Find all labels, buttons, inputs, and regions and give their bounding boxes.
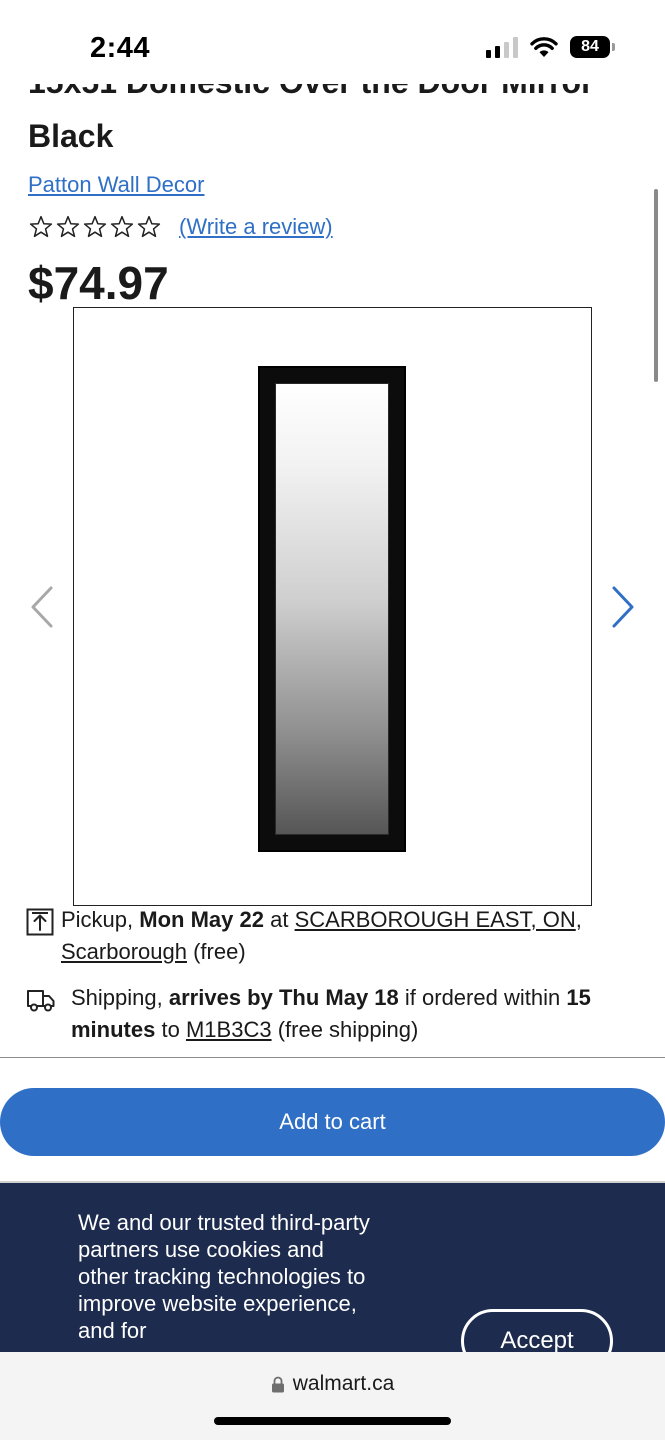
pickup-label: Pickup, bbox=[61, 907, 134, 932]
product-image[interactable] bbox=[73, 307, 592, 906]
status-bar: 2:44 84 bbox=[0, 0, 665, 84]
star-icon bbox=[56, 215, 80, 238]
chevron-right-icon[interactable] bbox=[608, 585, 638, 629]
status-time: 2:44 bbox=[90, 32, 151, 64]
home-indicator[interactable] bbox=[214, 1417, 451, 1425]
star-rating[interactable] bbox=[28, 214, 162, 240]
mirror-glass bbox=[275, 383, 389, 835]
chevron-left-icon[interactable] bbox=[27, 585, 57, 629]
scrollbar[interactable] bbox=[654, 189, 658, 382]
shipping-to: to bbox=[161, 1017, 180, 1042]
status-icons: 84 bbox=[486, 36, 615, 58]
shipping-text: Shipping, arrives by Thu May 18 if order… bbox=[71, 982, 651, 1046]
pickup-comma: , bbox=[575, 907, 582, 932]
wifi-icon bbox=[530, 37, 558, 57]
shipping-note: (free shipping) bbox=[277, 1017, 419, 1042]
mirror-image bbox=[258, 366, 406, 852]
write-review-link[interactable]: (Write a review) bbox=[179, 214, 333, 240]
lock-icon bbox=[271, 1376, 284, 1392]
divider bbox=[0, 1057, 665, 1058]
pickup-date: Mon May 22 bbox=[139, 907, 264, 932]
pickup-at: at bbox=[270, 907, 289, 932]
add-to-cart-button[interactable]: Add to cart bbox=[0, 1088, 665, 1156]
cookie-text: We and our trusted third-party partners … bbox=[78, 1210, 370, 1343]
pickup-store-link[interactable]: SCARBOROUGH EAST, ON bbox=[295, 907, 576, 932]
star-icon bbox=[83, 215, 107, 238]
store-pickup-icon bbox=[26, 908, 54, 936]
battery-icon: 84 bbox=[570, 36, 615, 58]
truck-icon bbox=[27, 990, 55, 1012]
shipping-arrival: arrives by Thu May 18 bbox=[168, 985, 399, 1010]
cookie-banner: We and our trusted third-party partners … bbox=[0, 1183, 665, 1352]
battery-level: 84 bbox=[581, 38, 599, 55]
product-title-line2: Black bbox=[28, 118, 114, 154]
pickup-text: Pickup, Mon May 22 at SCARBOROUGH EAST, … bbox=[61, 904, 651, 968]
browser-address-bar[interactable]: walmart.ca bbox=[0, 1352, 665, 1440]
product-title-line1: 15x51 Domestic Over the Door Mirror bbox=[28, 84, 594, 101]
accept-cookies-button[interactable]: Accept bbox=[461, 1309, 613, 1352]
pickup-note: (free) bbox=[193, 939, 246, 964]
product-price: $74.97 bbox=[28, 257, 169, 309]
brand-link[interactable]: Patton Wall Decor bbox=[28, 172, 204, 198]
cellular-signal-icon bbox=[486, 36, 518, 58]
pickup-city-link[interactable]: Scarborough bbox=[61, 939, 187, 964]
star-icon bbox=[137, 215, 161, 238]
shipping-label: Shipping, bbox=[71, 985, 163, 1010]
star-icon bbox=[29, 215, 53, 238]
star-icon bbox=[110, 215, 134, 238]
product-title-clip: 15x51 Domestic Over the Door Mirror bbox=[28, 84, 638, 112]
url-text: walmart.ca bbox=[292, 1372, 395, 1395]
url-row[interactable]: walmart.ca bbox=[0, 1372, 665, 1396]
rating-row: (Write a review) bbox=[28, 214, 333, 240]
shipping-if-ordered: if ordered within bbox=[404, 985, 561, 1010]
postal-code-link[interactable]: M1B3C3 bbox=[186, 1017, 272, 1042]
